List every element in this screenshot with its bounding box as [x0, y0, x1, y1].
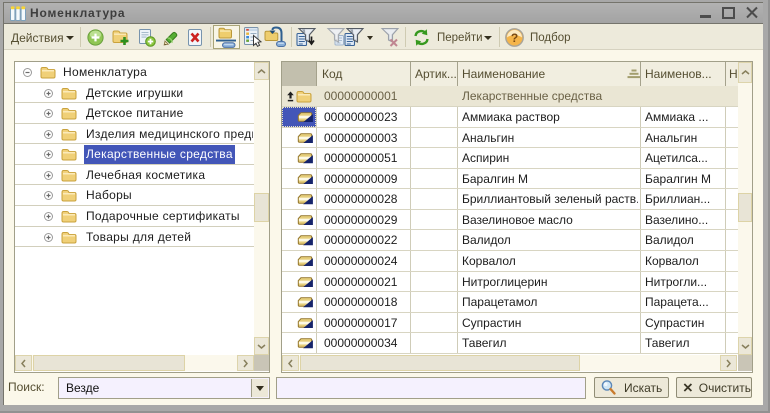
svg-text:?: ?	[511, 31, 518, 45]
